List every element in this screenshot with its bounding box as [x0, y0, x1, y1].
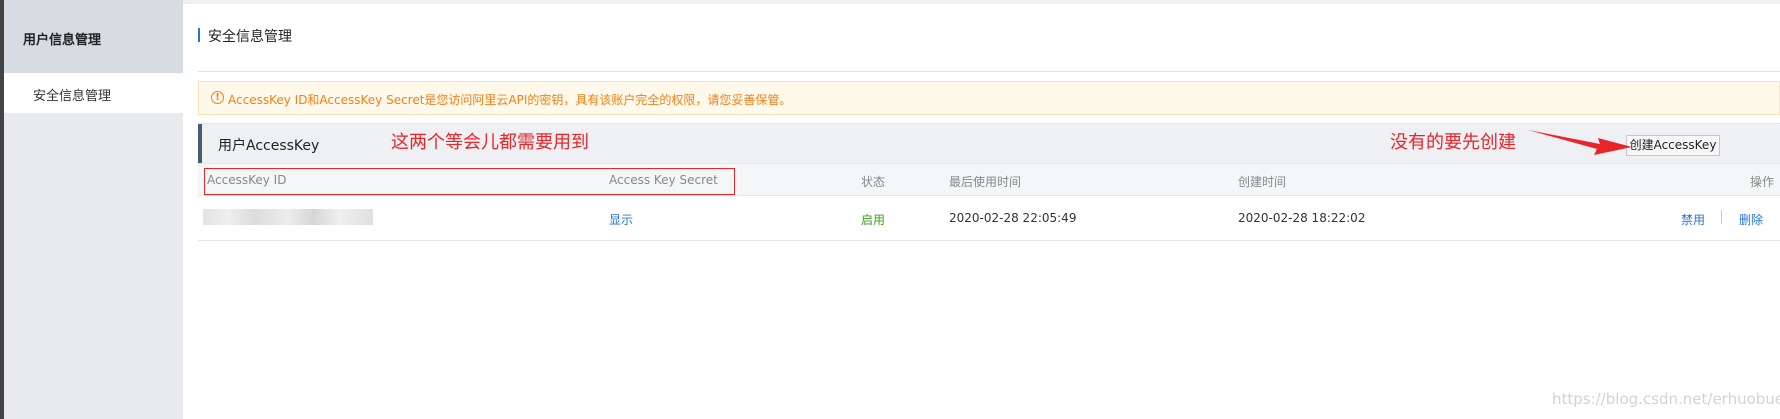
annotation-left: 这两个等会儿都需要用到	[391, 132, 589, 153]
sidebar-header[interactable]: 用户信息管理	[4, 0, 183, 73]
annotation-right: 没有的要先创建	[1390, 132, 1516, 153]
create-accesskey-button[interactable]: 创建AccessKey	[1626, 135, 1720, 156]
show-secret-link[interactable]: 显示	[609, 211, 633, 228]
sidebar-item-security[interactable]: 安全信息管理	[4, 73, 183, 113]
page-title-text: 安全信息管理	[208, 29, 292, 45]
annotation-highlight-box	[204, 168, 735, 195]
redacted-accesskey-id	[203, 209, 373, 225]
sidebar-header-label: 用户信息管理	[23, 33, 102, 48]
column-header-created: 创建时间	[1238, 175, 1287, 189]
watermark: https://blog.csdn.net/erhuobuer	[1552, 390, 1780, 408]
panel-accent-bar	[198, 124, 202, 164]
title-divider	[198, 71, 1780, 72]
created-time: 2020-02-28 18:22:02	[1238, 211, 1366, 225]
last-used-time: 2020-02-28 22:05:49	[949, 211, 1077, 225]
sidebar-item-label: 安全信息管理	[33, 89, 112, 104]
column-header-actions: 操作	[1750, 175, 1775, 189]
column-header-status: 状态	[861, 175, 886, 189]
annotation-arrow-icon	[1528, 130, 1632, 155]
action-separator	[1721, 210, 1722, 224]
panel-title: 用户AccessKey	[218, 138, 320, 154]
table-row: 显示 启用 2020-02-28 22:05:49 2020-02-28 18:…	[198, 196, 1780, 241]
disable-link[interactable]: 禁用	[1681, 211, 1705, 228]
status-badge: 启用	[861, 213, 886, 227]
exclamation-icon: !	[211, 91, 224, 104]
column-header-last-used: 最后使用时间	[949, 175, 1022, 189]
console-page: 用户信息管理 安全信息管理 安全信息管理 ! AccessKey ID和Acce…	[0, 0, 1780, 419]
delete-link[interactable]: 删除	[1739, 211, 1763, 228]
top-divider	[183, 0, 1780, 4]
title-accent-bar	[198, 28, 200, 42]
sidebar: 用户信息管理 安全信息管理	[4, 0, 183, 419]
notice-text: AccessKey ID和AccessKey Secret是您访问阿里云API的…	[228, 93, 792, 107]
warning-notice: ! AccessKey ID和AccessKey Secret是您访问阿里云AP…	[198, 81, 1780, 115]
